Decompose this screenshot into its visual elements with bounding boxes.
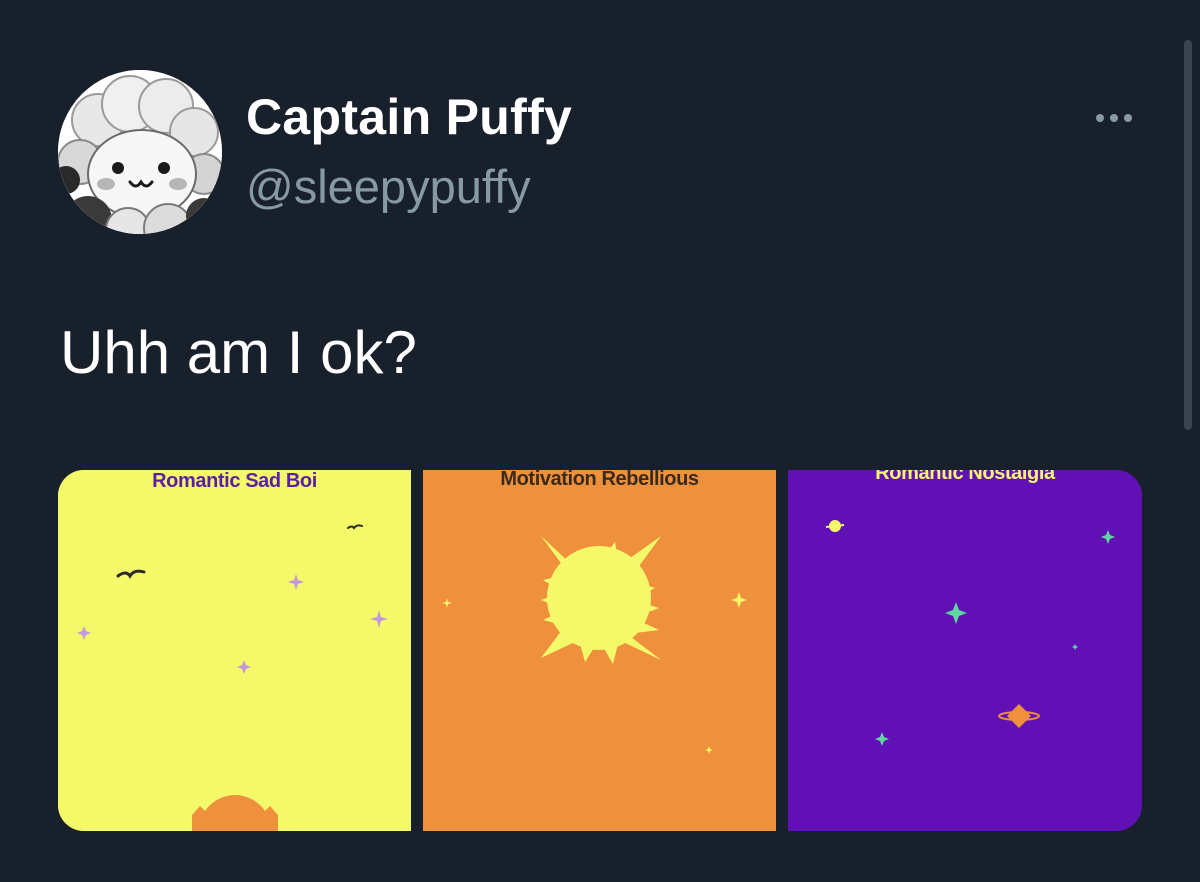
- media-card-romantic-sad-boi[interactable]: Romantic Sad Boi: [58, 470, 411, 831]
- card-illustration: [58, 470, 411, 831]
- more-icon: [1096, 114, 1132, 122]
- media-card-motivation-rebellious[interactable]: Motivation Rebellious: [423, 470, 776, 831]
- tweet-text: Uhh am I ok?: [60, 319, 417, 386]
- card-title: Romantic Sad Boi: [152, 470, 317, 492]
- more-options-button[interactable]: [1090, 100, 1146, 136]
- card-illustration: [788, 470, 1142, 831]
- author-handle[interactable]: @sleepypuffy: [246, 159, 531, 214]
- author-display-name[interactable]: Captain Puffy: [246, 88, 572, 146]
- avatar[interactable]: [58, 70, 222, 234]
- sheep-avatar-icon: [58, 70, 222, 234]
- scrollbar[interactable]: [1184, 40, 1192, 430]
- card-title: Motivation Rebellious: [500, 470, 699, 490]
- tweet-card: Captain Puffy @sleepypuffy Uhh am I ok?: [0, 0, 1200, 882]
- media-grid: Romantic Sad Boi Motivation Rebellious R…: [58, 470, 1142, 831]
- card-title: Romantic Nostalgia: [875, 470, 1055, 484]
- card-illustration: [423, 470, 776, 831]
- media-card-romantic-nostalgia[interactable]: Romantic Nostalgia: [788, 470, 1142, 831]
